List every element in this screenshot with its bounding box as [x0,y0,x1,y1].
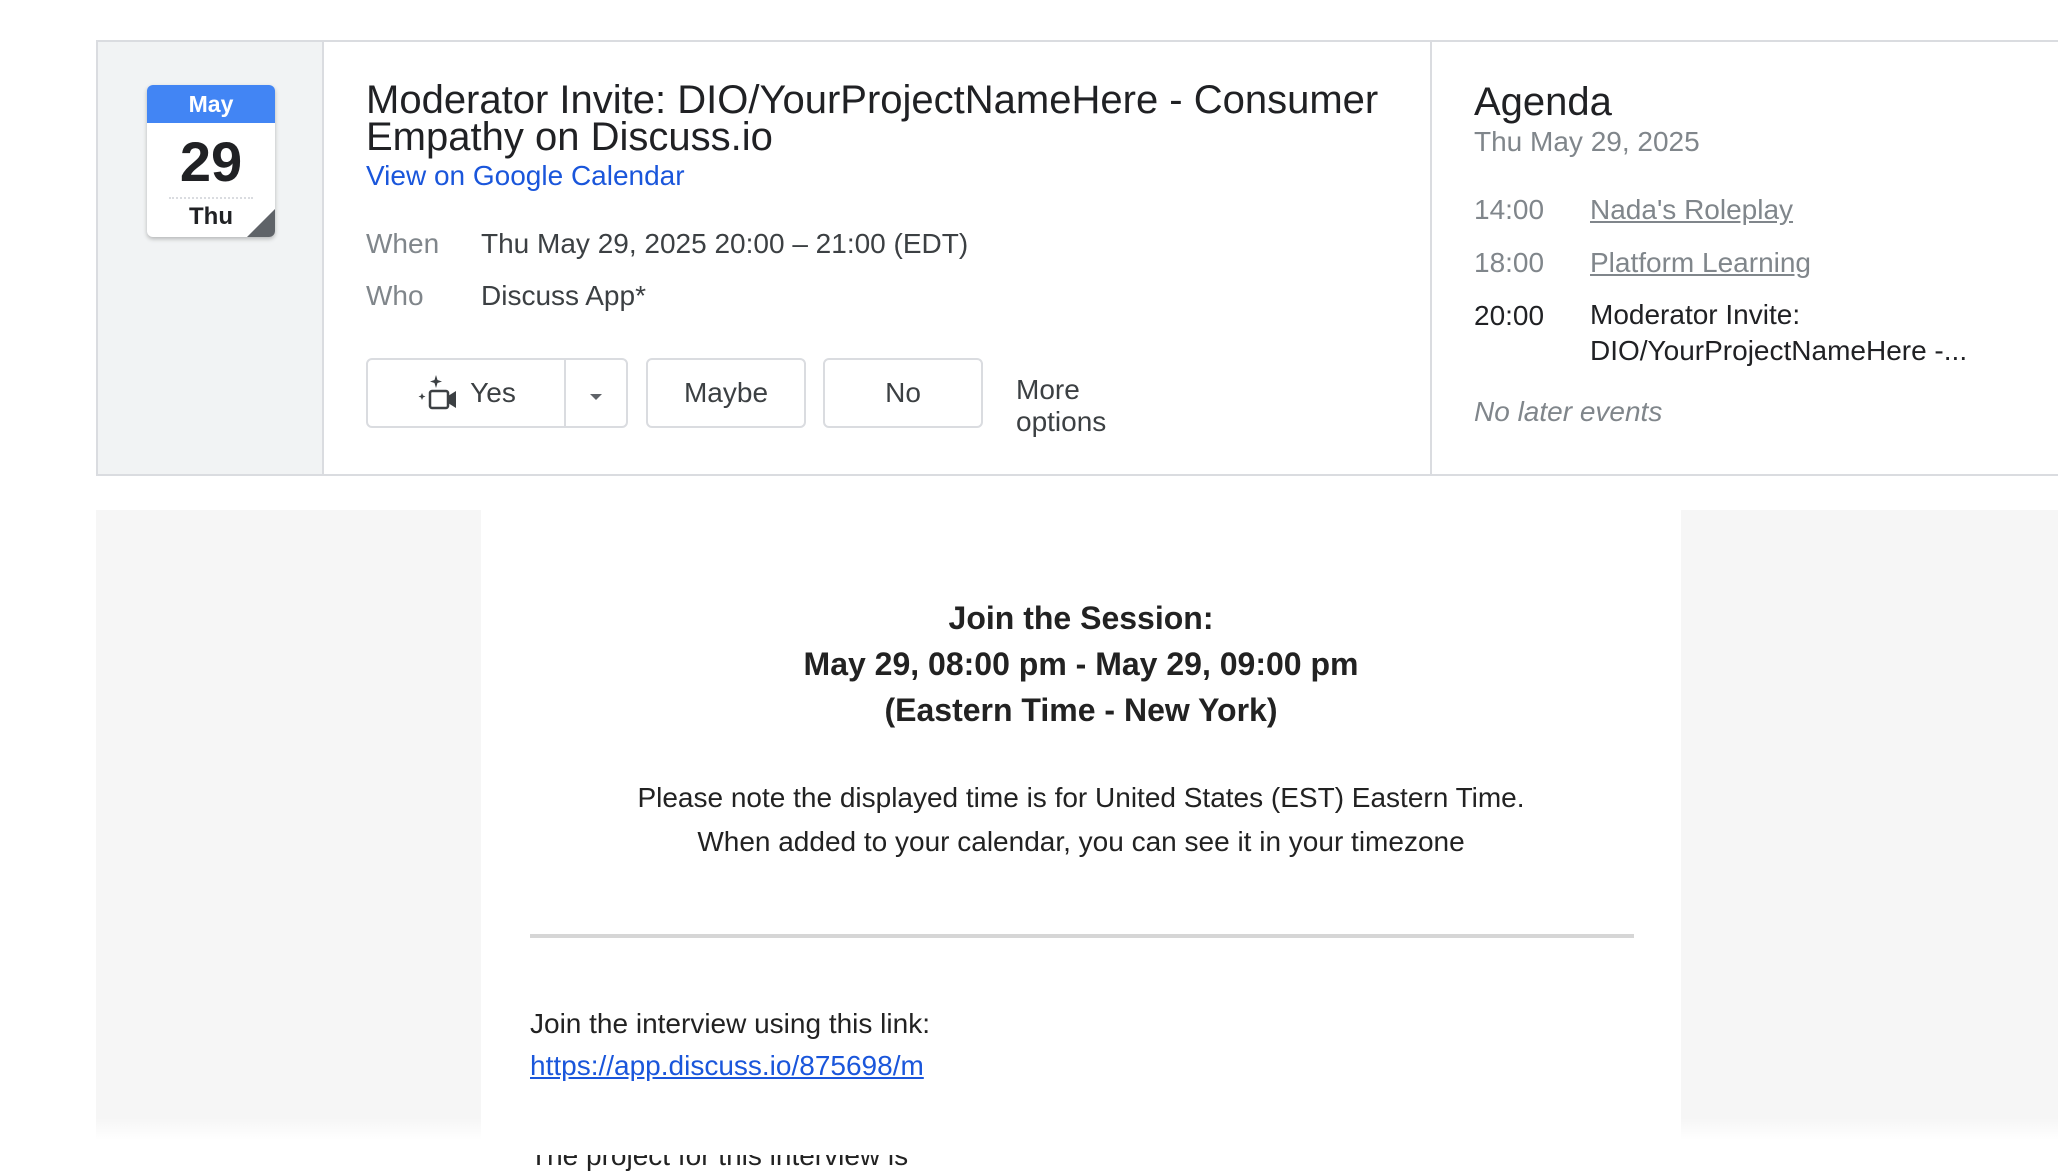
session-heading-title: Join the Session: [948,600,1214,636]
when-label: When [366,228,440,259]
sparkle-video-icon [416,373,462,413]
agenda-item-time: 14:00 [1474,194,1545,225]
session-heading-timezone: (Eastern Time - New York) [884,692,1278,728]
who-value: Discuss App* [481,280,646,311]
session-heading: Join the Session: May 29, 08:00 pm - May… [481,595,1681,733]
timezone-note: Please note the displayed time is for Un… [481,776,1681,864]
event-title: Moderator Invite: DIO/YourProjectNameHer… [366,78,1379,159]
yes-button-group: Yes [366,358,628,428]
calendar-month: May [147,85,275,123]
who-label: Who [366,280,424,311]
session-heading-time: May 29, 08:00 pm - May 29, 09:00 pm [803,646,1359,682]
timezone-note-line: Please note the displayed time is for Un… [637,782,1525,813]
calendar-day: 29 [179,130,243,193]
invite-card: May 29 Thu Moderator Invite: DIO/YourPro… [96,40,2058,476]
view-on-google-calendar-link[interactable]: View on Google Calendar [366,160,685,192]
join-instructions: Join the interview using this link: [530,1008,930,1039]
agenda-title: Agenda [1474,80,1612,124]
agenda-item-name: Moderator Invite: DIO/YourProjectNameHer… [1590,299,1968,366]
when-value: Thu May 29, 2025 20:00 – 21:00 (EDT) [481,228,969,259]
no-button[interactable]: No [823,358,983,428]
agenda-item-time: 18:00 [1474,247,1545,278]
email-body-content: Join the Session: May 29, 08:00 pm - May… [481,510,1681,1171]
agenda-item-link[interactable]: Platform Learning [1590,247,2030,279]
timezone-note-line: When added to your calendar, you can see… [697,826,1465,857]
yes-dropdown-button[interactable] [566,360,626,426]
bottom-fade [0,1118,2058,1155]
event-details: Moderator Invite: DIO/YourProjectNameHer… [324,42,1432,474]
date-column: May 29 Thu [98,42,324,474]
join-interview-link[interactable]: https://app.discuss.io/875698/m [530,1050,924,1082]
yes-button[interactable]: Yes [368,360,566,426]
no-later-events: No later events [1474,396,1663,427]
maybe-button[interactable]: Maybe [646,358,806,428]
agenda-panel: Agenda Thu May 29, 2025 14:00 Nada's Rol… [1432,42,2058,474]
yes-label: Yes [470,377,516,408]
agenda-item-link[interactable]: Nada's Roleplay [1590,194,2030,226]
agenda-item-time: 20:00 [1474,300,1545,331]
caret-down-icon [588,377,604,409]
page-fold-icon [247,209,275,237]
divider [530,934,1634,938]
calendar-date-badge: May 29 Thu [147,85,275,237]
more-options-link[interactable]: More options [1016,374,1106,438]
agenda-date: Thu May 29, 2025 [1474,126,1700,157]
